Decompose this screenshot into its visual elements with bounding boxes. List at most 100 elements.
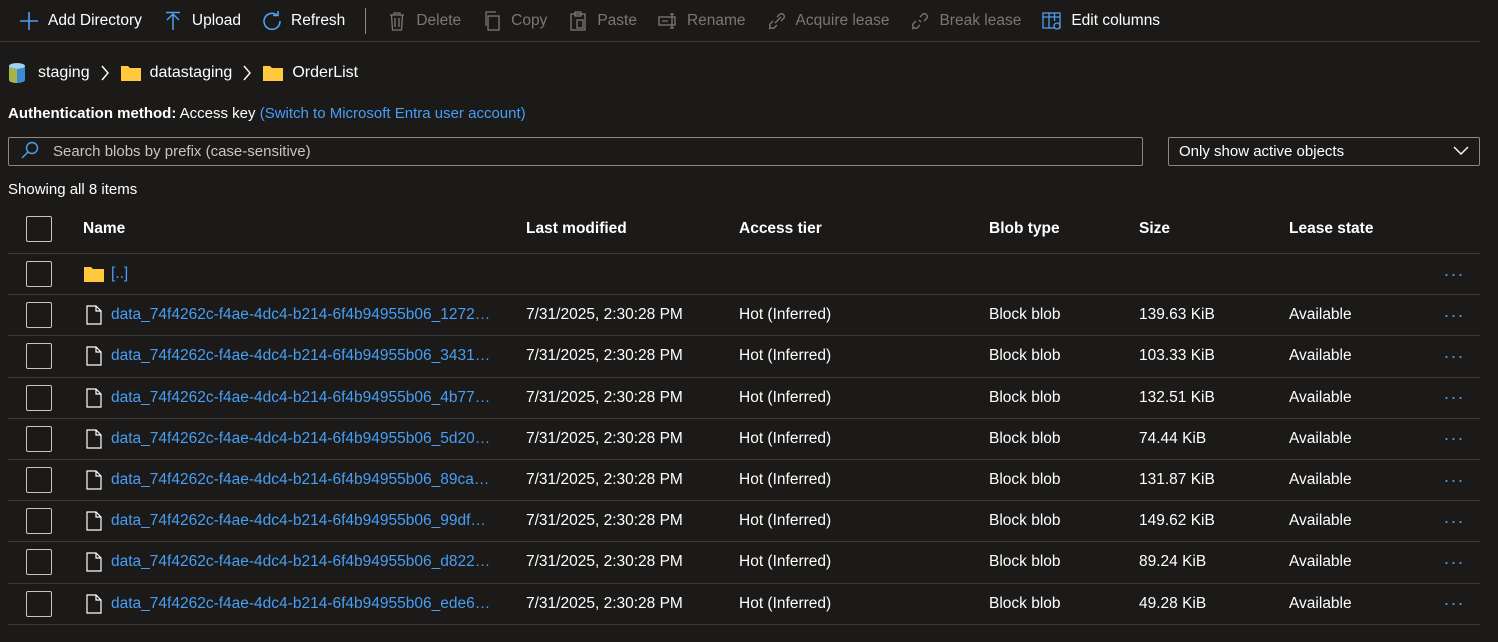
row-checkbox[interactable] xyxy=(26,425,52,452)
filter-selected-value: Only show active objects xyxy=(1179,143,1345,160)
cell-last-modified: 7/31/2025, 2:30:28 PM xyxy=(526,512,683,530)
table-row[interactable]: data_74f4262c-f4ae-4dc4-b214-6f4b94955b0… xyxy=(8,295,1480,337)
cell-size: 131.87 KiB xyxy=(1139,471,1215,489)
cell-size: 74.44 KiB xyxy=(1139,429,1207,447)
cell-access-tier: Hot (Inferred) xyxy=(739,306,832,324)
row-checkbox[interactable] xyxy=(26,590,52,617)
cell-last-modified: 7/31/2025, 2:30:28 PM xyxy=(526,388,683,406)
file-icon xyxy=(83,593,105,615)
table-row[interactable]: data_74f4262c-f4ae-4dc4-b214-6f4b94955b0… xyxy=(8,336,1480,378)
file-icon xyxy=(83,387,105,409)
cell-size: 89.24 KiB xyxy=(1139,553,1207,571)
row-checkbox[interactable] xyxy=(26,467,52,494)
row-checkbox[interactable] xyxy=(26,302,52,329)
cell-blob-type: Block blob xyxy=(989,471,1061,489)
more-actions-button[interactable]: ··· xyxy=(1442,295,1466,335)
table-row[interactable]: data_74f4262c-f4ae-4dc4-b214-6f4b94955b0… xyxy=(8,378,1480,419)
row-checkbox[interactable] xyxy=(26,261,52,288)
switch-auth-link[interactable]: (Switch to Microsoft Entra user account) xyxy=(260,105,526,122)
more-actions-button[interactable]: ··· xyxy=(1442,254,1466,294)
breadcrumb-folder1-label: datastaging xyxy=(149,64,233,81)
more-actions-button[interactable]: ··· xyxy=(1442,419,1466,459)
copy-button[interactable]: Copy xyxy=(471,0,557,42)
cell-last-modified: 7/31/2025, 2:30:28 PM xyxy=(526,471,683,489)
add-directory-button[interactable]: Add Directory xyxy=(8,0,152,42)
blob-name-link[interactable]: data_74f4262c-f4ae-4dc4-b214-6f4b94955b0… xyxy=(111,430,490,448)
refresh-button[interactable]: Refresh xyxy=(251,0,355,42)
cell-blob-type: Block blob xyxy=(989,594,1061,612)
break-lease-button[interactable]: Break lease xyxy=(899,0,1031,42)
cell-lease-state: Available xyxy=(1289,306,1352,324)
refresh-label: Refresh xyxy=(291,11,346,29)
auth-method: Authentication method: Access key (Switc… xyxy=(8,105,526,122)
column-header-blob-type[interactable]: Blob type xyxy=(989,205,1060,253)
file-icon xyxy=(83,510,105,532)
breadcrumb-folder-datastaging[interactable]: datastaging xyxy=(120,62,233,84)
blob-name-link[interactable]: data_74f4262c-f4ae-4dc4-b214-6f4b94955b0… xyxy=(111,595,490,613)
edit-columns-button[interactable]: Edit columns xyxy=(1031,0,1170,42)
rename-icon xyxy=(657,10,679,32)
more-actions-button[interactable]: ··· xyxy=(1442,378,1466,418)
search-input[interactable] xyxy=(53,143,1133,160)
cell-blob-type: Block blob xyxy=(989,306,1061,324)
folder-icon xyxy=(120,62,142,84)
cell-last-modified: 7/31/2025, 2:30:28 PM xyxy=(526,429,683,447)
cell-blob-type: Block blob xyxy=(989,347,1061,365)
break-lease-label: Break lease xyxy=(939,11,1022,29)
column-header-name[interactable]: Name xyxy=(83,205,503,253)
table-row[interactable]: data_74f4262c-f4ae-4dc4-b214-6f4b94955b0… xyxy=(8,419,1480,460)
breadcrumb-folder-orderlist[interactable]: OrderList xyxy=(262,62,358,84)
more-actions-button[interactable]: ··· xyxy=(1442,584,1466,624)
rename-button[interactable]: Rename xyxy=(647,0,756,42)
cell-lease-state: Available xyxy=(1289,471,1352,489)
blob-name-link[interactable]: data_74f4262c-f4ae-4dc4-b214-6f4b94955b0… xyxy=(111,512,486,530)
cell-lease-state: Available xyxy=(1289,429,1352,447)
container-icon xyxy=(8,62,30,84)
acquire-lease-button[interactable]: Acquire lease xyxy=(756,0,900,42)
row-checkbox[interactable] xyxy=(26,384,52,411)
cell-lease-state: Available xyxy=(1289,594,1352,612)
blob-name-link[interactable]: data_74f4262c-f4ae-4dc4-b214-6f4b94955b0… xyxy=(111,553,490,571)
cell-lease-state: Available xyxy=(1289,347,1352,365)
table-row[interactable]: data_74f4262c-f4ae-4dc4-b214-6f4b94955b0… xyxy=(8,501,1480,543)
paste-button[interactable]: Paste xyxy=(557,0,647,42)
delete-button[interactable]: Delete xyxy=(376,0,471,42)
blob-name-link[interactable]: data_74f4262c-f4ae-4dc4-b214-6f4b94955b0… xyxy=(111,471,489,489)
upload-button[interactable]: Upload xyxy=(152,0,251,42)
blob-name-link[interactable]: data_74f4262c-f4ae-4dc4-b214-6f4b94955b0… xyxy=(111,347,490,365)
cell-size: 103.33 KiB xyxy=(1139,347,1215,365)
cell-blob-type: Block blob xyxy=(989,553,1061,571)
more-actions-button[interactable]: ··· xyxy=(1442,460,1466,500)
table-row[interactable]: data_74f4262c-f4ae-4dc4-b214-6f4b94955b0… xyxy=(8,460,1480,502)
more-actions-button[interactable]: ··· xyxy=(1442,501,1466,541)
chevron-down-icon xyxy=(1453,143,1469,160)
column-header-size[interactable]: Size xyxy=(1139,205,1170,253)
search-box xyxy=(8,137,1143,166)
link-icon xyxy=(766,10,788,32)
more-actions-button[interactable]: ··· xyxy=(1442,542,1466,582)
row-checkbox[interactable] xyxy=(26,549,52,576)
row-checkbox[interactable] xyxy=(26,343,52,370)
table-row[interactable]: data_74f4262c-f4ae-4dc4-b214-6f4b94955b0… xyxy=(8,584,1480,625)
cell-access-tier: Hot (Inferred) xyxy=(739,594,832,612)
column-header-lease-state[interactable]: Lease state xyxy=(1289,205,1373,253)
table-row[interactable]: data_74f4262c-f4ae-4dc4-b214-6f4b94955b0… xyxy=(8,542,1480,584)
plus-icon xyxy=(18,10,40,32)
column-header-last-modified[interactable]: Last modified xyxy=(526,205,627,253)
cell-lease-state: Available xyxy=(1289,388,1352,406)
breadcrumb-container[interactable]: staging xyxy=(8,62,90,84)
row-checkbox[interactable] xyxy=(26,508,52,535)
cell-blob-type: Block blob xyxy=(989,388,1061,406)
paste-label: Paste xyxy=(597,11,637,29)
blob-name-link[interactable]: data_74f4262c-f4ae-4dc4-b214-6f4b94955b0… xyxy=(111,306,490,324)
upload-arrow-icon xyxy=(162,10,184,32)
blob-name-link[interactable]: data_74f4262c-f4ae-4dc4-b214-6f4b94955b0… xyxy=(111,389,490,407)
active-objects-filter-dropdown[interactable]: Only show active objects xyxy=(1168,137,1480,166)
parent-directory-link[interactable]: [..] xyxy=(111,265,128,283)
refresh-icon xyxy=(261,10,283,32)
parent-directory-row[interactable]: [..] ··· xyxy=(8,254,1480,296)
breadcrumb-container-label: staging xyxy=(38,64,90,81)
column-header-access-tier[interactable]: Access tier xyxy=(739,205,822,253)
select-all-checkbox[interactable] xyxy=(26,216,52,242)
more-actions-button[interactable]: ··· xyxy=(1442,336,1466,376)
